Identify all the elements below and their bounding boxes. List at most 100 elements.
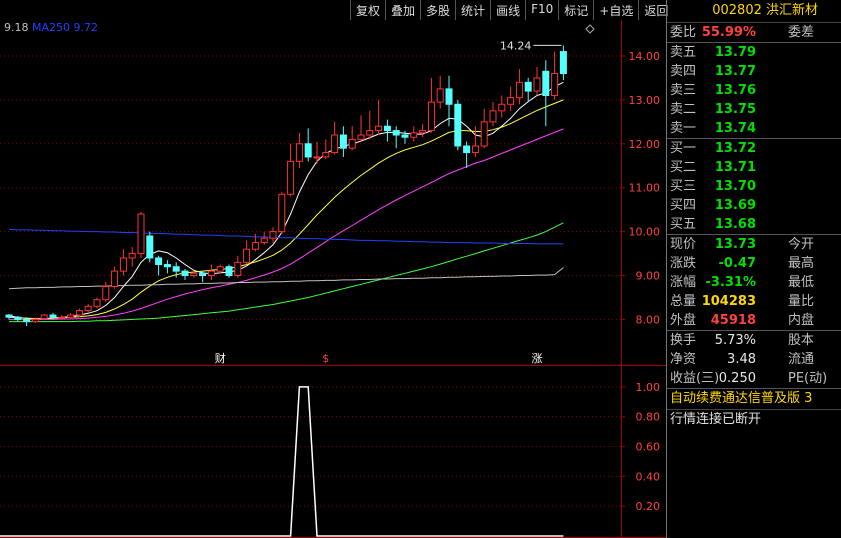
- candle-body-44[interactable]: [392, 130, 400, 136]
- buy-row[interactable]: 买二 13.71: [667, 158, 841, 177]
- sell-row[interactable]: 卖五 13.79: [667, 43, 841, 62]
- candle-body-7[interactable]: [67, 314, 75, 318]
- candle-body-43[interactable]: [383, 125, 391, 132]
- candle-body-30[interactable]: [269, 231, 277, 239]
- event-marker-0[interactable]: 财: [215, 351, 226, 365]
- candle-body-9[interactable]: [84, 305, 92, 312]
- candle-body-35[interactable]: [313, 156, 321, 159]
- candle-body-28[interactable]: [251, 242, 259, 250]
- toolbar-button-mark[interactable]: 标记: [558, 0, 594, 20]
- candle-body-62[interactable]: [551, 73, 559, 96]
- buy-label: 买四: [670, 198, 697, 213]
- candle-body-49[interactable]: [436, 88, 444, 103]
- candle-body-61[interactable]: [542, 70, 550, 96]
- ma-line-0: [8, 81, 564, 320]
- candle-body-56[interactable]: [498, 103, 506, 112]
- event-marker-1[interactable]: $: [322, 352, 329, 365]
- sell-row[interactable]: 卖一 13.74: [667, 119, 841, 138]
- quote-row[interactable]: 现价 13.73 今开: [667, 235, 841, 254]
- toolbar-button-overlay[interactable]: 叠加: [385, 0, 421, 20]
- candle-body-11[interactable]: [102, 286, 110, 301]
- buy-row[interactable]: 买四 13.69: [667, 196, 841, 215]
- candle-body-38[interactable]: [339, 134, 347, 149]
- candle-body-36[interactable]: [322, 152, 330, 158]
- candle-body-13[interactable]: [119, 257, 127, 272]
- candle-body-48[interactable]: [427, 101, 435, 132]
- buy-row[interactable]: 买五 13.68: [667, 215, 841, 234]
- candle-body-33[interactable]: [295, 143, 303, 162]
- candle-body-32[interactable]: [287, 160, 295, 195]
- buy-row[interactable]: 买一 13.72: [667, 139, 841, 158]
- candle-body-21[interactable]: [190, 272, 198, 277]
- toolbar-button-fuquan[interactable]: 复权: [350, 0, 386, 20]
- candle-body-15[interactable]: [137, 213, 145, 255]
- candle-body-6[interactable]: [58, 316, 66, 319]
- quote-row[interactable]: 涨跌 -0.47 最高: [667, 254, 841, 273]
- candle-body-18[interactable]: [163, 264, 171, 268]
- quote-row[interactable]: 总量 104283 量比: [667, 292, 841, 311]
- candle-body-53[interactable]: [471, 145, 479, 154]
- candle-body-55[interactable]: [489, 110, 497, 123]
- candle-body-63[interactable]: [559, 51, 567, 75]
- candle-body-51[interactable]: [454, 103, 462, 147]
- candle-body-25[interactable]: [225, 266, 233, 277]
- candle-body-42[interactable]: [375, 125, 383, 132]
- candle-body-47[interactable]: [419, 130, 427, 134]
- candle-body-3[interactable]: [31, 318, 39, 323]
- candle-body-1[interactable]: [14, 316, 22, 320]
- candle-body-24[interactable]: [216, 266, 224, 272]
- candle-body-50[interactable]: [445, 88, 453, 105]
- candle-body-59[interactable]: [524, 81, 532, 92]
- sell-row[interactable]: 卖三 13.76: [667, 81, 841, 100]
- diamond-icon[interactable]: [585, 24, 595, 34]
- toolbar-button-add-favorite[interactable]: +自选: [593, 0, 639, 20]
- candle-body-29[interactable]: [260, 237, 268, 244]
- notice-ticker[interactable]: 自动续费通达信普及版 3: [667, 389, 841, 409]
- candle-body-41[interactable]: [366, 130, 374, 136]
- event-marker-2[interactable]: 涨: [532, 352, 543, 365]
- candle-body-60[interactable]: [533, 77, 541, 92]
- candle-body-57[interactable]: [507, 97, 515, 105]
- candle-body-2[interactable]: [23, 318, 31, 323]
- candle-body-22[interactable]: [199, 272, 207, 277]
- candle-body-19[interactable]: [172, 266, 180, 272]
- candle-body-52[interactable]: [463, 145, 471, 154]
- candle-body-39[interactable]: [348, 138, 356, 149]
- sell-row[interactable]: 卖二 13.75: [667, 100, 841, 119]
- candle-body-34[interactable]: [304, 143, 312, 158]
- candle-body-46[interactable]: [410, 132, 418, 138]
- candle-body-17[interactable]: [155, 257, 163, 266]
- sell-row[interactable]: 卖四 13.77: [667, 62, 841, 81]
- buy-row[interactable]: 买三 13.70: [667, 177, 841, 196]
- candle-body-45[interactable]: [401, 134, 409, 138]
- candle-body-58[interactable]: [515, 81, 523, 99]
- candle-body-37[interactable]: [331, 134, 339, 154]
- candle-body-26[interactable]: [234, 261, 242, 277]
- candle-body-23[interactable]: [207, 270, 215, 277]
- toolbar-button-f10[interactable]: F10: [525, 0, 559, 20]
- candle-body-16[interactable]: [146, 235, 154, 259]
- candle-body-8[interactable]: [75, 310, 83, 316]
- fin-row[interactable]: 净资 3.48 流通: [667, 350, 841, 369]
- stock-title[interactable]: 002802 洪汇新材: [667, 0, 841, 23]
- candle-body-31[interactable]: [278, 193, 286, 233]
- toolbar-button-multi-stock[interactable]: 多股: [420, 0, 456, 20]
- candle-body-54[interactable]: [480, 121, 488, 147]
- toolbar-button-draw-line[interactable]: 画线: [490, 0, 526, 20]
- candle-body-12[interactable]: [111, 270, 119, 287]
- fin-row[interactable]: 换手 5.73% 股本: [667, 331, 841, 350]
- candle-body-20[interactable]: [181, 270, 189, 277]
- candle-body-27[interactable]: [243, 248, 251, 263]
- candle-body-10[interactable]: [93, 299, 101, 307]
- price-axis-label-1: 13.00: [629, 94, 661, 107]
- candle-body-0[interactable]: [5, 314, 13, 318]
- quote-row[interactable]: 外盘 45918 内盘: [667, 311, 841, 330]
- quote-row[interactable]: 涨幅 -3.31% 最低: [667, 273, 841, 292]
- candle-body-40[interactable]: [357, 134, 365, 140]
- kline-chart[interactable]: 14.00 13.00 12.00 11.00 10.00 9.00 8.00 14.24 9.…: [0, 0, 666, 538]
- candle-body-14[interactable]: [128, 253, 136, 259]
- candle-body-4[interactable]: [40, 314, 48, 320]
- candle-body-5[interactable]: [49, 314, 57, 318]
- fin-row[interactable]: 收益(三) 0.250 PE(动): [667, 369, 841, 388]
- toolbar-button-statistics[interactable]: 统计: [455, 0, 491, 20]
